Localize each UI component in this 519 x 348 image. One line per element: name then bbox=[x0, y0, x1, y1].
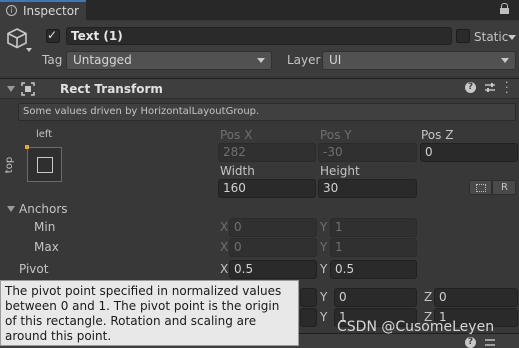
anchor-point-icon bbox=[25, 145, 29, 149]
height-field[interactable]: 30 bbox=[318, 179, 417, 198]
pos-z-value: 0 bbox=[425, 145, 433, 159]
pos-x-field: 282 bbox=[218, 143, 316, 162]
height-label: Height bbox=[320, 164, 360, 178]
name-field[interactable]: Text (1) bbox=[66, 27, 452, 45]
rotation-z-axis: Z bbox=[424, 290, 433, 304]
anchors-min-x-axis: X bbox=[220, 220, 229, 234]
anchor-preset-button[interactable] bbox=[27, 147, 62, 182]
width-field[interactable]: 160 bbox=[218, 179, 316, 198]
info-icon: i bbox=[6, 5, 17, 16]
pos-x-label: Pos X bbox=[220, 128, 253, 142]
chevron-down-icon bbox=[257, 58, 265, 63]
help-icon[interactable]: ? bbox=[465, 337, 476, 348]
rotation-y-axis: Y bbox=[320, 290, 328, 304]
anchors-min-x-value: 0 bbox=[234, 220, 242, 234]
tag-dropdown-value: Untagged bbox=[73, 53, 132, 67]
pos-y-label: Pos Y bbox=[320, 128, 352, 142]
pivot-tooltip: The pivot point specified in normalized … bbox=[0, 280, 299, 346]
active-checkbox[interactable]: ✓ bbox=[46, 28, 60, 43]
rect-transform-icon bbox=[21, 82, 35, 96]
static-checkbox[interactable] bbox=[456, 29, 470, 43]
anchors-max-y-value: 1 bbox=[335, 240, 343, 254]
pivot-x-axis: X bbox=[220, 262, 229, 276]
pos-y-value: -30 bbox=[323, 145, 343, 159]
icon-dropdown-caret[interactable] bbox=[26, 48, 32, 52]
presets-icon[interactable] bbox=[484, 337, 496, 348]
blueprint-mode-button[interactable] bbox=[469, 180, 492, 195]
more-options-icon[interactable]: · · · bbox=[505, 77, 509, 98]
scale-y-axis: Y bbox=[320, 310, 328, 324]
anchors-min-y-axis: Y bbox=[320, 220, 328, 234]
layer-dropdown[interactable]: UI bbox=[322, 51, 516, 70]
width-value: 160 bbox=[223, 181, 246, 195]
pivot-x-field[interactable]: 0.5 bbox=[229, 260, 317, 279]
anchors-min-y-field: 1 bbox=[330, 218, 417, 237]
anchors-min-y-value: 1 bbox=[335, 220, 343, 234]
anchors-max-y-field: 1 bbox=[330, 238, 417, 257]
lock-icon[interactable] bbox=[500, 3, 509, 15]
tab-inspector-label: Inspector bbox=[23, 4, 79, 18]
component-title: Rect Transform bbox=[60, 82, 163, 96]
anchors-min-label: Min bbox=[34, 220, 56, 234]
pivot-label: Pivot bbox=[19, 262, 49, 276]
rotation-x-field[interactable] bbox=[300, 288, 317, 307]
chevron-down-icon bbox=[501, 58, 509, 63]
pos-z-label: Pos Z bbox=[421, 128, 454, 142]
anchor-preset-h-label: left bbox=[36, 129, 53, 140]
driven-info-text: Some values driven by HorizontalLayoutGr… bbox=[23, 106, 260, 117]
foldout-arrow-icon[interactable] bbox=[7, 86, 15, 92]
static-label: Static bbox=[474, 30, 509, 44]
pivot-y-field[interactable]: 0.5 bbox=[330, 260, 417, 279]
layer-dropdown-value: UI bbox=[329, 53, 342, 67]
presets-icon[interactable] bbox=[484, 82, 496, 94]
name-field-value: Text (1) bbox=[71, 29, 123, 43]
anchors-max-x-field: 0 bbox=[229, 238, 317, 257]
cube-icon bbox=[7, 28, 27, 49]
tag-label: Tag bbox=[42, 53, 63, 67]
raw-edit-button[interactable]: R bbox=[492, 180, 516, 195]
height-value: 30 bbox=[323, 181, 339, 195]
watermark: CSDN @CusomeLeyen bbox=[337, 319, 495, 335]
anchors-max-y-axis: Y bbox=[320, 240, 328, 254]
anchors-max-label: Max bbox=[34, 240, 59, 254]
pivot-x-value: 0.5 bbox=[234, 262, 254, 276]
anchors-foldout-icon[interactable] bbox=[7, 206, 15, 212]
static-dropdown-caret[interactable] bbox=[508, 35, 516, 40]
pivot-tooltip-text: The pivot point specified in normalized … bbox=[5, 284, 282, 343]
driven-info-box: Some values driven by HorizontalLayoutGr… bbox=[18, 103, 516, 121]
anchors-max-x-axis: X bbox=[220, 240, 229, 254]
raw-edit-label: R bbox=[501, 182, 508, 193]
blueprint-icon bbox=[476, 184, 486, 192]
rotation-y-field[interactable]: 0 bbox=[334, 288, 417, 307]
rotation-y-value: 0 bbox=[339, 290, 347, 304]
rotation-z-field[interactable]: 0 bbox=[434, 288, 518, 307]
pos-x-value: 282 bbox=[223, 145, 246, 159]
anchor-preset-v-label: top bbox=[4, 156, 16, 174]
scale-x-field[interactable] bbox=[300, 308, 317, 327]
pivot-y-value: 0.5 bbox=[335, 262, 355, 276]
anchors-max-x-value: 0 bbox=[234, 240, 242, 254]
anchor-rect-icon bbox=[37, 157, 53, 173]
pivot-y-axis: Y bbox=[320, 262, 328, 276]
tag-dropdown[interactable]: Untagged bbox=[66, 51, 272, 70]
width-label: Width bbox=[220, 164, 255, 178]
tab-inspector[interactable]: i Inspector bbox=[0, 0, 86, 21]
anchors-min-x-field: 0 bbox=[229, 218, 317, 237]
pos-z-field[interactable]: 0 bbox=[420, 143, 518, 162]
help-icon[interactable]: ? bbox=[465, 82, 476, 93]
layer-label: Layer bbox=[287, 53, 321, 67]
checkmark-icon: ✓ bbox=[47, 28, 58, 42]
rotation-z-value: 0 bbox=[439, 290, 447, 304]
pos-y-field: -30 bbox=[318, 143, 417, 162]
anchors-label[interactable]: Anchors bbox=[19, 202, 68, 216]
